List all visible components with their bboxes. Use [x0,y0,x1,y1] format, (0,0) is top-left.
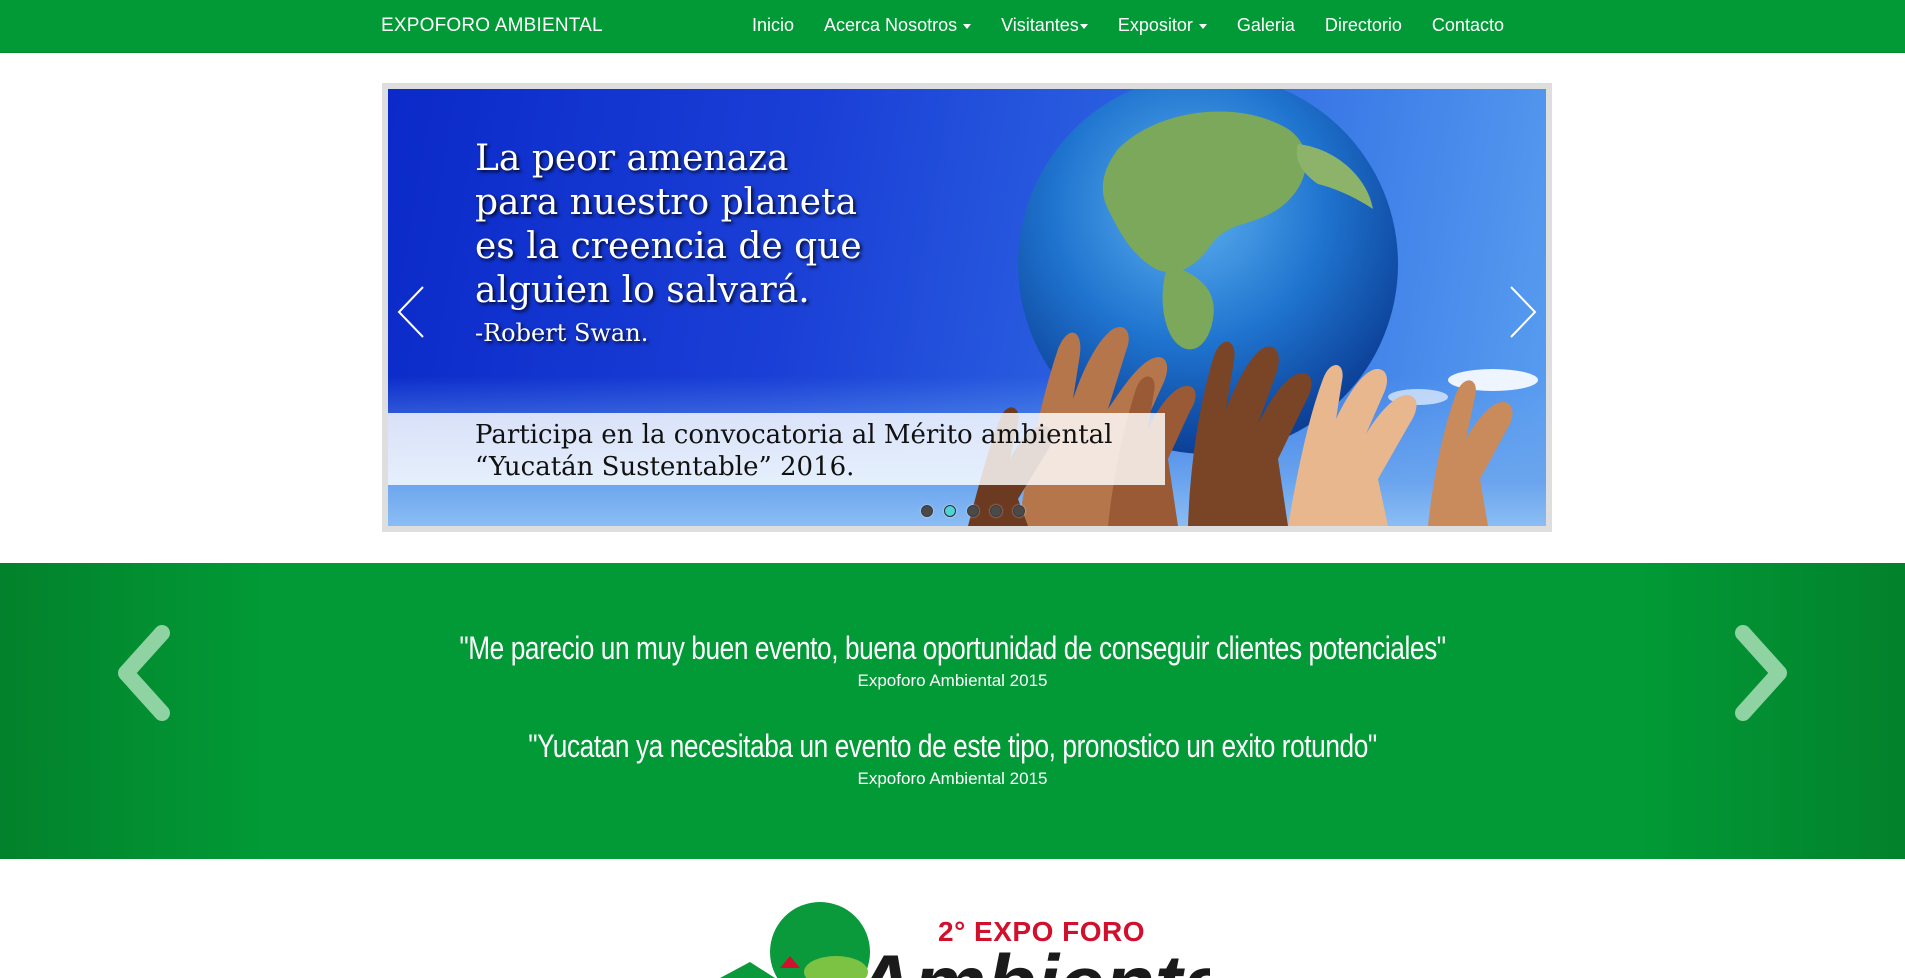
testimonial-quote: "Yucatan ya necesitaba un evento de este… [528,728,1377,764]
nav-directorio[interactable]: Directorio [1325,15,1402,36]
nav-galeria[interactable]: Galeria [1237,15,1295,36]
logo-word: Ambiental [854,944,1210,978]
nav-label: Acerca Nosotros [824,15,958,35]
testimonial-source: Expoforo Ambiental 2015 [857,671,1048,690]
nav-visitantes[interactable]: Visitantes [1001,15,1088,36]
banner-line: “Yucatán Sustentable” 2016. [475,452,855,482]
caret-down-icon [963,24,972,29]
hero-carousel: La peor amenaza para nuestro planeta es … [382,83,1552,532]
testimonials-section: "Me parecio un muy buen evento, buena op… [0,563,1905,859]
testimonial-item: "Me parecio un muy buen evento, buena op… [0,630,1905,691]
quote-line: La peor amenaza [475,138,789,179]
nav-contacto[interactable]: Contacto [1432,15,1504,36]
nav-label: Galeria [1236,15,1295,35]
quote-author: -Robert Swan. [475,319,649,347]
brand-link[interactable]: EXPOFORO AMBIENTAL [381,15,603,37]
main-nav: Inicio Acerca Nosotros Visitantes Exposi… [752,15,1504,36]
carousel-indicator[interactable] [1013,505,1025,517]
quote-line: para nuestro planeta [475,182,858,223]
nav-label: Visitantes [1001,15,1079,35]
testimonial-item: "Yucatan ya necesitaba un evento de este… [0,728,1905,789]
carousel-indicator[interactable] [990,505,1002,517]
nav-label: Inicio [752,15,795,35]
carousel-indicators [921,505,1025,517]
slide-banner: Participa en la convocatoria al Mérito a… [388,413,1165,485]
nav-expositor[interactable]: Expositor [1118,15,1207,36]
caret-down-icon [1079,24,1088,29]
slide-image: La peor amenaza para nuestro planeta es … [388,89,1546,526]
carousel-indicator-active[interactable] [944,505,956,517]
carousel-indicator[interactable] [967,505,979,517]
nav-label: Contacto [1431,15,1504,35]
carousel-prev-button[interactable] [396,284,426,340]
carousel-indicator[interactable] [921,505,933,517]
nav-label: Expositor [1117,15,1193,35]
testimonial-quote: "Me parecio un muy buen evento, buena op… [459,630,1446,666]
top-navbar: EXPOFORO AMBIENTAL Inicio Acerca Nosotro… [0,0,1905,53]
carousel-next-button[interactable] [1508,284,1538,340]
event-logo: 2° EXPO FORO Ambiental [720,902,1210,978]
caret-down-icon [1198,24,1207,29]
nav-label: Directorio [1324,15,1402,35]
nav-acerca-nosotros[interactable]: Acerca Nosotros [824,15,972,36]
banner-line: Participa en la convocatoria al Mérito a… [475,420,1113,450]
slide-quote: La peor amenaza para nuestro planeta es … [475,137,862,353]
banner-text: Participa en la convocatoria al Mérito a… [475,419,1112,483]
quote-line: es la creencia de que [475,226,862,267]
quote-line: alguien lo salvará. [475,270,810,311]
testimonial-source: Expoforo Ambiental 2015 [857,769,1048,788]
nav-inicio[interactable]: Inicio [752,15,794,36]
